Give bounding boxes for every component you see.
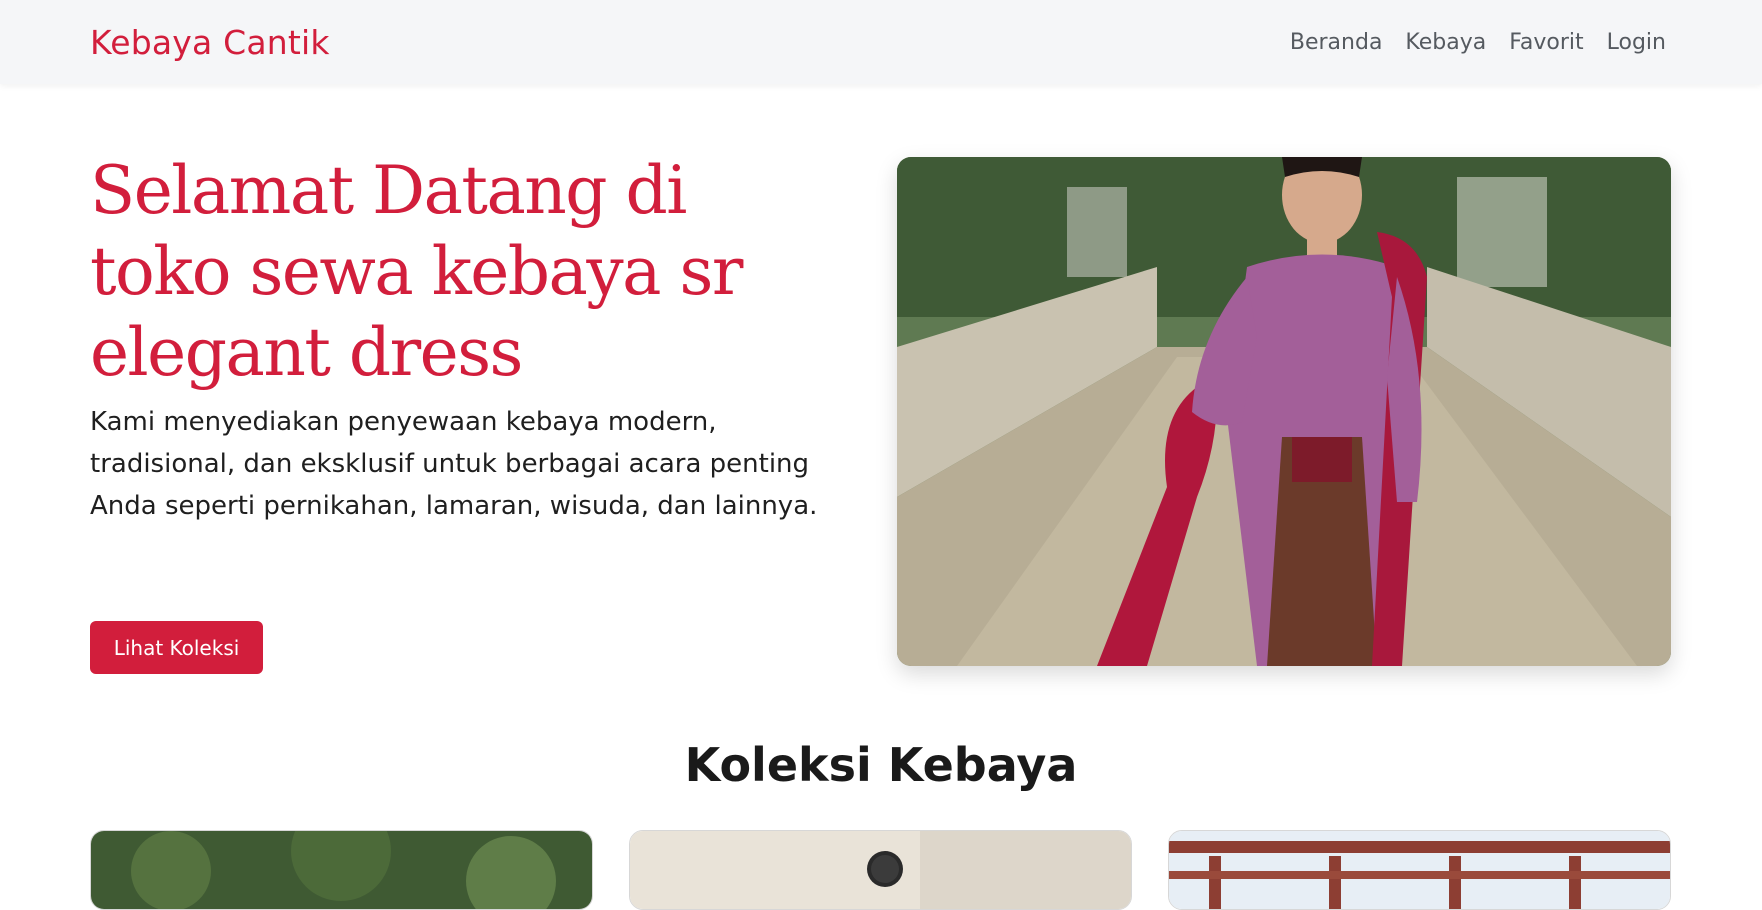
nav-link-login[interactable]: Login <box>1607 30 1666 55</box>
collection-card[interactable] <box>1168 830 1671 910</box>
collection-card[interactable] <box>90 830 593 910</box>
hero-title: Selamat Datang di toko sewa kebaya sr el… <box>90 152 743 391</box>
view-collection-button[interactable]: Lihat Koleksi <box>90 621 263 674</box>
brand-logo[interactable]: Kebaya Cantik <box>90 23 330 62</box>
nav-links: Beranda Kebaya Favorit Login <box>1290 30 1666 55</box>
hero-description: Kami menyediakan penyewaan kebaya modern… <box>90 407 818 521</box>
collection-title: Koleksi Kebaya <box>684 738 1078 792</box>
hero-image <box>897 157 1671 666</box>
collection-card[interactable] <box>629 830 1132 910</box>
nav-link-beranda[interactable]: Beranda <box>1290 30 1383 55</box>
hero-section: Selamat Datang di toko sewa kebaya sr el… <box>90 150 830 527</box>
nav-link-kebaya[interactable]: Kebaya <box>1405 30 1486 55</box>
nav-link-favorit[interactable]: Favorit <box>1509 30 1583 55</box>
navbar: Kebaya Cantik Beranda Kebaya Favorit Log… <box>0 0 1762 84</box>
